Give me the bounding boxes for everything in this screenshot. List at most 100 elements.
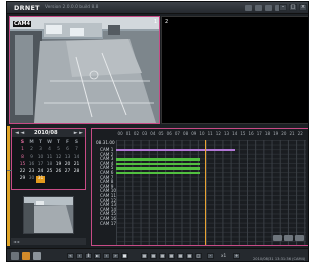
calendar-day[interactable]: 21 <box>72 162 81 168</box>
calendar-day[interactable]: 4 <box>45 147 54 153</box>
grid-4-button[interactable]: ▦ <box>150 253 157 259</box>
app-title: DRNET <box>14 4 40 12</box>
recording-segment[interactable] <box>116 158 201 161</box>
parking-lot-video <box>10 17 159 123</box>
recording-segment[interactable] <box>116 167 201 170</box>
calendar-day[interactable]: 3 <box>36 147 45 153</box>
calendar-day[interactable]: 17 <box>36 162 45 168</box>
fullscreen-button[interactable]: ▢ <box>195 253 202 259</box>
calendar-day[interactable]: 30 <box>27 176 36 182</box>
calendar-day[interactable]: 18 <box>45 162 54 168</box>
export-icon[interactable] <box>22 252 30 260</box>
calendar-day[interactable]: 25 <box>45 169 54 175</box>
calendar-day[interactable]: 26 <box>54 169 63 175</box>
stop-button[interactable]: ■ <box>121 253 128 259</box>
side-tab[interactable] <box>7 126 10 246</box>
grid-36-button[interactable]: ▦ <box>186 253 193 259</box>
calendar-day[interactable]: 13 <box>63 155 72 161</box>
fast-forward-button[interactable]: » <box>112 253 119 259</box>
search-icon[interactable] <box>255 5 262 11</box>
connector-line <box>7 170 12 171</box>
calendar-day[interactable]: 31 <box>36 176 45 183</box>
tool-icon[interactable] <box>33 252 41 260</box>
playback-bar: « ‹ Ⅱ ► › » ■ ▦ ▦ ▦ ▦ ▦ ▦ ▢ - x1 + 2010/… <box>7 248 308 261</box>
calendar-day[interactable]: 1 <box>18 147 27 153</box>
hour-label: 00 <box>117 131 123 136</box>
hour-label: 22 <box>297 131 303 136</box>
calendar-day[interactable]: 8 <box>18 155 27 161</box>
rewind-button[interactable]: « <box>67 253 74 259</box>
hour-label: 02 <box>133 131 140 136</box>
recording-segment[interactable] <box>116 162 201 166</box>
calendar-day[interactable]: 14 <box>72 155 81 161</box>
channel-number: 1 <box>153 19 157 25</box>
timeline-cursor[interactable] <box>204 140 206 245</box>
video-channel-1[interactable]: CAM4 1 <box>9 16 160 124</box>
calendar-day[interactable]: 10 <box>36 155 45 161</box>
grid-25-button[interactable]: ▦ <box>177 253 184 259</box>
calendar-day[interactable]: 5 <box>54 147 63 153</box>
next-month-button[interactable]: ► ► <box>74 130 83 136</box>
calendar-day[interactable]: 11 <box>45 155 54 161</box>
zoom-in-button[interactable] <box>273 235 282 241</box>
calendar-day[interactable]: 22 <box>18 169 27 175</box>
close-icon[interactable]: × <box>299 4 307 11</box>
calendar-day[interactable]: 2 <box>27 147 36 153</box>
zoom-out-button[interactable] <box>284 235 293 241</box>
hour-label: 12 <box>215 131 221 136</box>
grid-1-button[interactable]: ▦ <box>141 253 148 259</box>
weekday-header: T <box>57 140 60 145</box>
calendar-day[interactable]: 28 <box>72 169 81 175</box>
calendar-day[interactable]: 9 <box>27 155 36 161</box>
step-back-button[interactable]: ‹ <box>76 253 83 259</box>
calendar-day[interactable]: 15 <box>18 162 27 168</box>
weekday-header: T <box>39 140 42 145</box>
grid-9-button[interactable]: ▦ <box>159 253 166 259</box>
hour-label: 21 <box>289 131 295 136</box>
weekday-header: S <box>20 140 25 145</box>
thumb-arrow-icon[interactable]: ◄◄ <box>13 239 19 244</box>
calendar-day[interactable]: 20 <box>63 162 72 168</box>
step-forward-button[interactable]: › <box>103 253 110 259</box>
hour-label: 01 <box>125 131 131 136</box>
recording-segment[interactable] <box>116 149 235 152</box>
timeline-panel: 00 01 02 03 04 05 06 07 08 09 10 11 12 13 14 15 16 17 18 19… <box>91 128 308 246</box>
setup-icon[interactable] <box>245 5 252 11</box>
toolbar-icons <box>245 5 282 11</box>
prev-month-button[interactable]: ◄ ◄ <box>15 130 24 136</box>
camera-name: CAM 17 <box>100 220 117 226</box>
calendar-day[interactable]: 16 <box>27 162 36 168</box>
channel-number: 2 <box>165 19 169 25</box>
calendar-grid: S M T W T F S 1 2 3 4 5 6 7 8 9 10 11 12 13 14 15 16 17 18 19 20 21… <box>18 140 82 183</box>
speed-down-button[interactable]: - <box>207 253 214 259</box>
hour-label: 06 <box>166 131 172 136</box>
hour-ruler: 00 01 02 03 04 05 06 07 08 09 10 11 12 13 14 15 16 17 18 19… <box>116 131 304 136</box>
calendar-day[interactable]: 23 <box>27 169 36 175</box>
preview-thumbnail[interactable] <box>23 196 74 234</box>
play-button[interactable]: ► <box>94 253 101 259</box>
hour-label: 20 <box>281 131 287 136</box>
grid-16-button[interactable]: ▦ <box>168 253 175 259</box>
calendar-day <box>72 176 81 182</box>
recording-segment[interactable] <box>116 172 201 175</box>
minimize-icon[interactable]: – <box>279 4 287 11</box>
calendar-day[interactable]: 19 <box>54 162 63 168</box>
calendar-day[interactable]: 24 <box>36 169 45 175</box>
pause-button[interactable]: Ⅱ <box>85 253 92 259</box>
maximize-icon[interactable]: □ <box>289 4 297 11</box>
hour-label: 04 <box>150 131 156 136</box>
backup-icon[interactable] <box>265 5 272 11</box>
date-row: 08.31.00 <box>94 140 308 146</box>
video-channel-2[interactable]: 2 <box>161 16 308 124</box>
calendar-panel: ◄ ◄ 2010/08 ► ► S M T W T F S 1 2 3 4 5 6 7 8 9 10 11 12 13… <box>11 128 86 190</box>
calendar-day[interactable]: 7 <box>72 147 81 153</box>
hour-label: 03 <box>142 131 148 136</box>
calendar-day[interactable]: 12 <box>54 155 63 161</box>
calendar-day[interactable]: 29 <box>18 176 27 182</box>
zoom-reset-button[interactable] <box>295 235 304 241</box>
camera-icon[interactable] <box>11 252 19 260</box>
camera-row[interactable]: CAM 17 <box>94 220 308 227</box>
calendar-day[interactable]: 27 <box>63 169 72 175</box>
calendar-day[interactable]: 6 <box>63 147 72 153</box>
speed-up-button[interactable]: + <box>233 253 240 259</box>
